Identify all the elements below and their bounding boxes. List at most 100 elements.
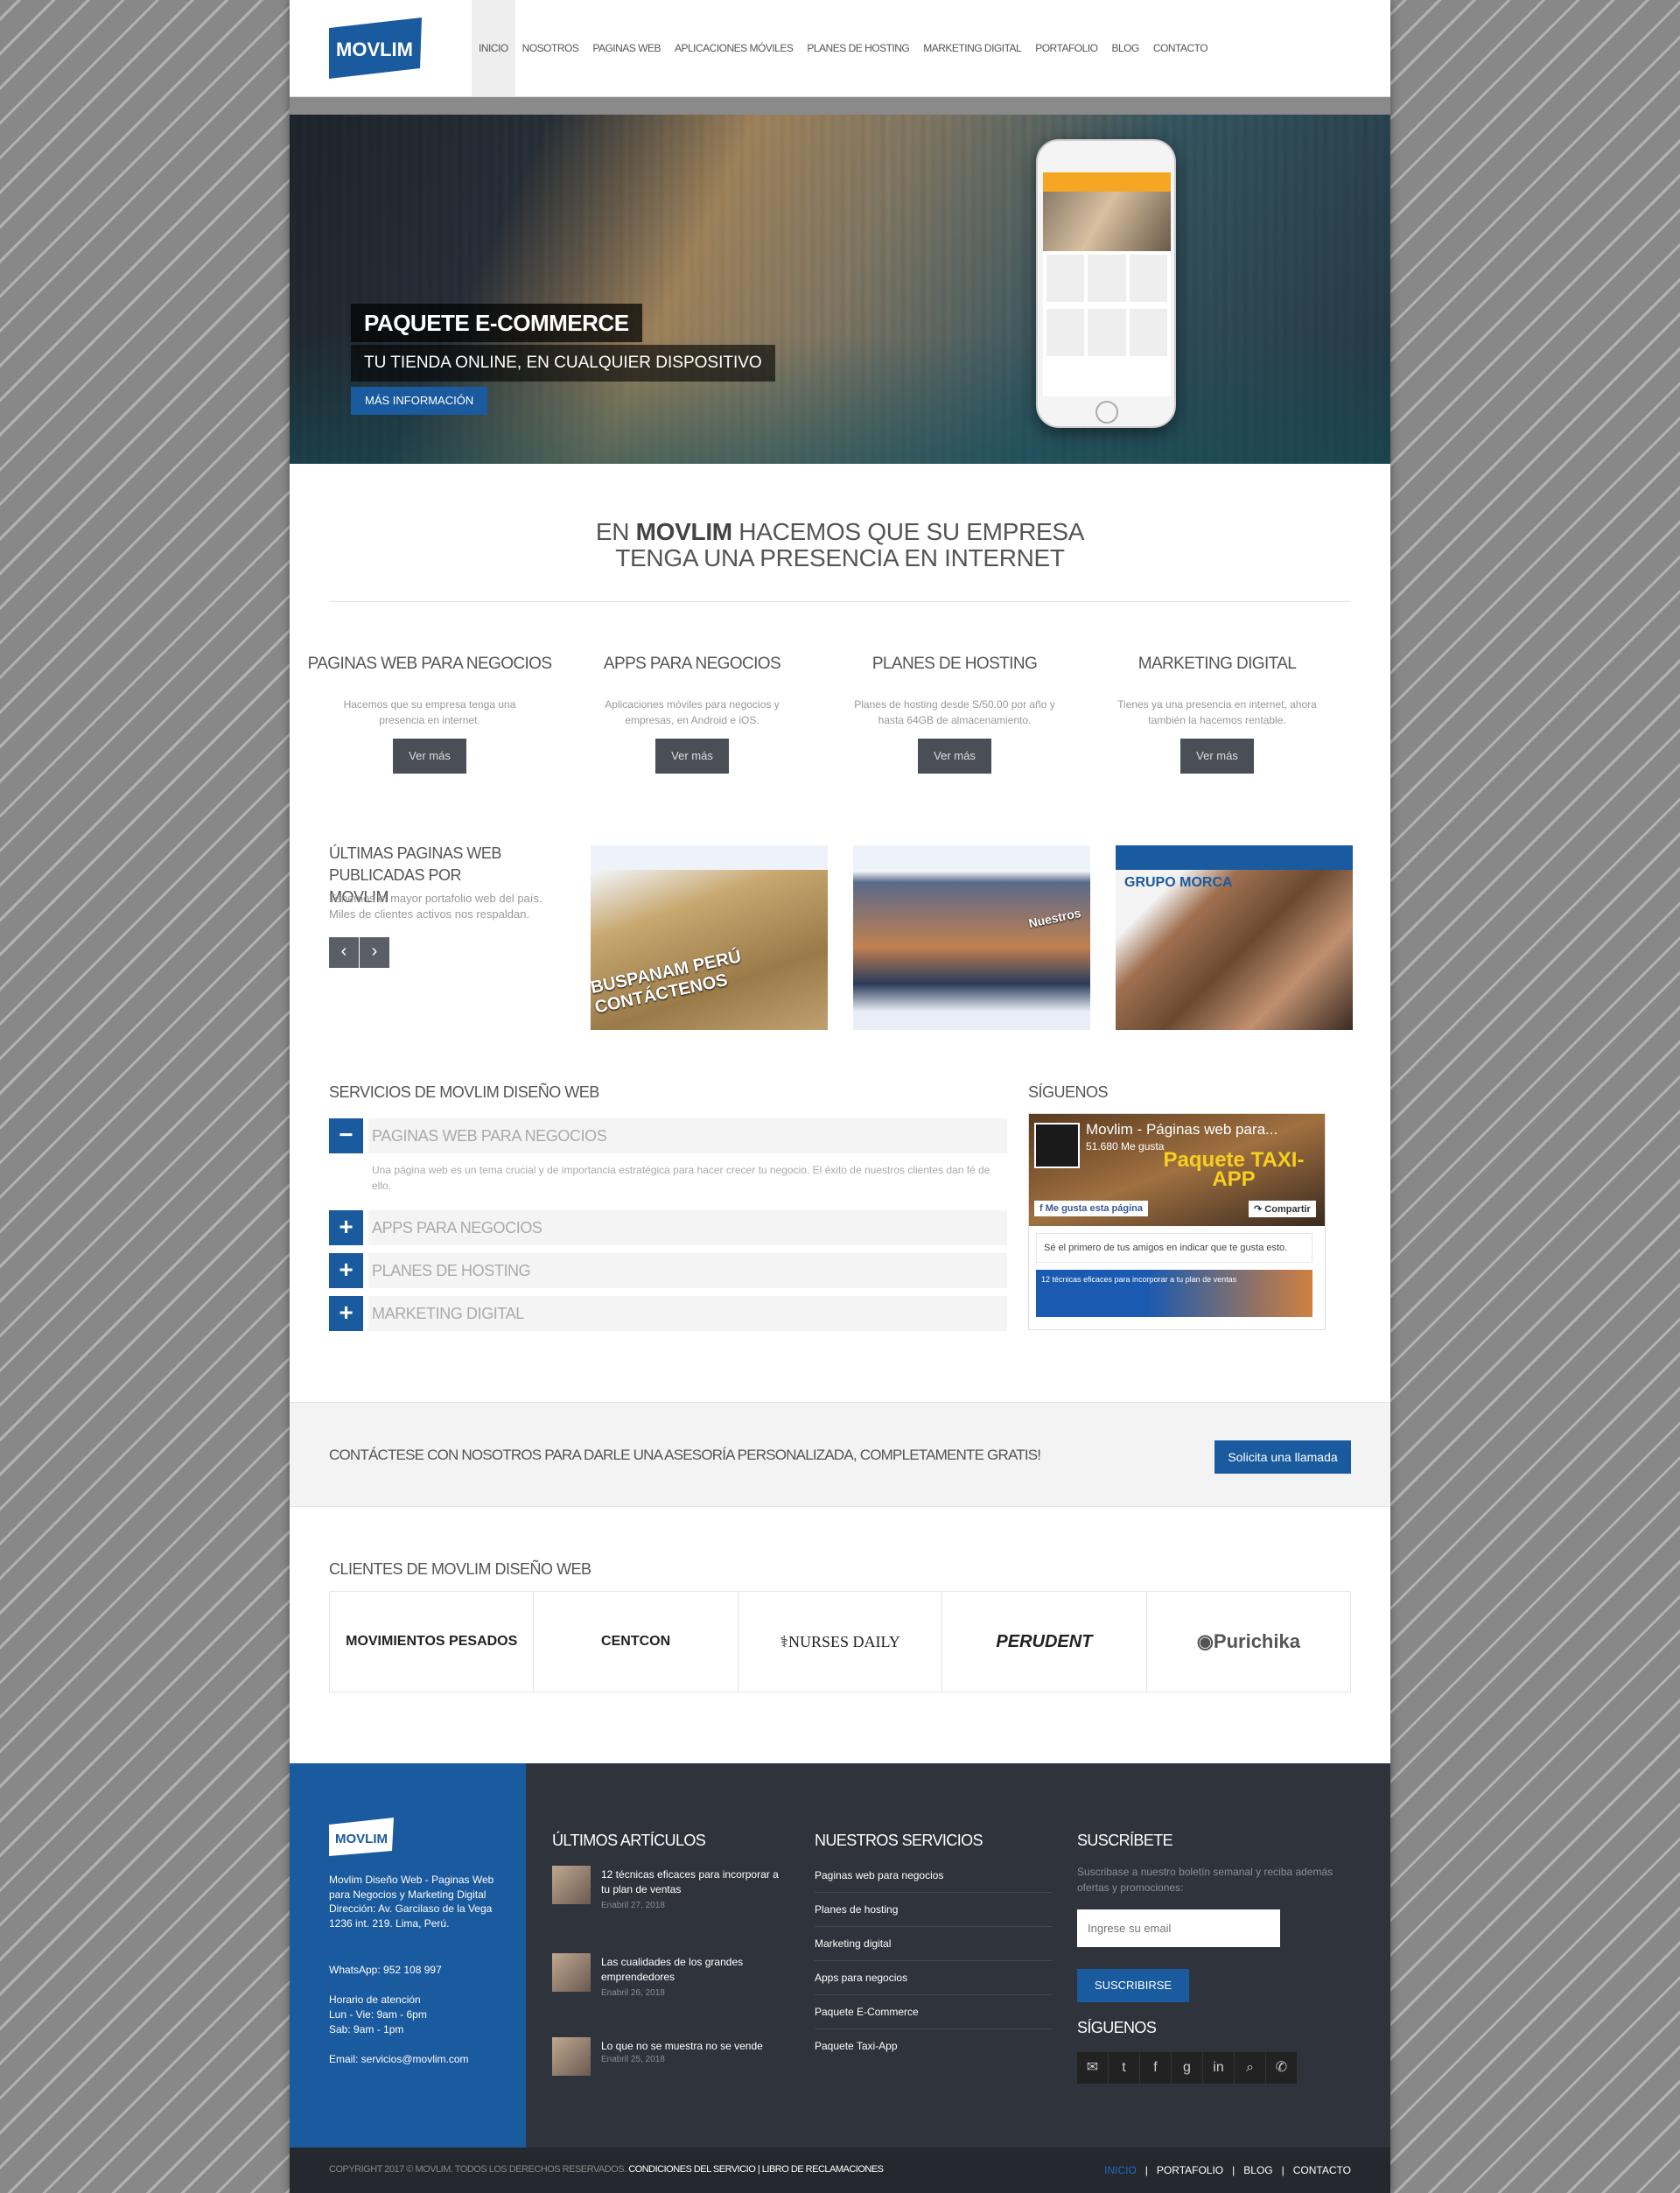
- nav-blog[interactable]: BLOG: [1104, 0, 1145, 96]
- bottom-link-inicio[interactable]: INICIO: [1104, 2164, 1137, 2176]
- accordion-label[interactable]: APPS PARA NEGOCIOS: [368, 1210, 1007, 1245]
- article-date: Enabril 25, 2018: [601, 2055, 665, 2064]
- client-logo-nurses[interactable]: ⚕ NURSES DAILY: [737, 1592, 942, 1692]
- plus-icon[interactable]: +: [329, 1296, 363, 1331]
- fb-page-name[interactable]: Movlim - Páginas web para...: [1086, 1121, 1278, 1139]
- facebook-icon: f: [1040, 1203, 1046, 1214]
- fb-like-button[interactable]: f Me gusta esta página: [1034, 1201, 1148, 1216]
- bottom-link-blog[interactable]: BLOG: [1243, 2164, 1272, 2176]
- article-title[interactable]: Lo que no se muestra no se vende: [601, 2039, 789, 2054]
- fb-avatar[interactable]: [1034, 1123, 1080, 1168]
- client-logo-centcon[interactable]: CENTCON: [533, 1592, 737, 1692]
- nav-marketing[interactable]: MARKETING DIGITAL: [916, 0, 1028, 96]
- article-thumb[interactable]: [552, 1953, 591, 1992]
- footer-service-link[interactable]: Paquete E-Commerce: [815, 1995, 1053, 2029]
- service-card-paginas: PAGINAS WEB PARA NEGOCIOS Hacemos que su…: [307, 655, 552, 774]
- nav-hosting[interactable]: PLANES DE HOSTING: [800, 0, 916, 96]
- accordion-label[interactable]: MARKETING DIGITAL: [368, 1296, 1007, 1331]
- bottom-link-contacto[interactable]: CONTACTO: [1293, 2164, 1351, 2176]
- thumb-caption: GRUPO MORCA: [1124, 875, 1233, 890]
- portfolio-desc: Tenemos el mayor portafolio web del país…: [329, 892, 542, 921]
- accordion-item-apps[interactable]: + APPS PARA NEGOCIOS: [329, 1210, 1007, 1245]
- next-arrow-icon[interactable]: ›: [360, 937, 389, 968]
- subscribe-email-input[interactable]: [1077, 1909, 1280, 1947]
- portfolio-thumb-buspanam[interactable]: BUSPANAM PERÚ CONTÁCTENOS: [591, 845, 828, 1030]
- plus-icon[interactable]: +: [329, 1253, 363, 1288]
- google-plus-icon[interactable]: g: [1172, 2052, 1203, 2084]
- client-name: CENTCON: [601, 1634, 671, 1649]
- service-card-hosting: PLANES DE HOSTING Planes de hosting desd…: [832, 655, 1077, 774]
- fb-post[interactable]: 12 técnicas eficaces para incorporar a t…: [1036, 1270, 1312, 1317]
- footer-service-link[interactable]: Paginas web para negocios: [815, 1859, 1053, 1893]
- request-call-button[interactable]: Solicita una llamada: [1214, 1440, 1351, 1474]
- minus-icon[interactable]: −: [329, 1118, 363, 1153]
- client-logo-purichika[interactable]: ◉ Purichika: [1145, 1592, 1352, 1692]
- client-logo-movimientos[interactable]: MOVIMIENTOS PESADOS: [329, 1592, 533, 1692]
- movlim-logo[interactable]: MOVLIM: [329, 18, 422, 79]
- article-thumb[interactable]: [552, 2037, 591, 2076]
- accordion-label[interactable]: PLANES DE HOSTING: [368, 1253, 1007, 1288]
- intro-line2: TENGA UNA PRESENCIA EN INTERNET: [615, 544, 1065, 571]
- twitter-icon[interactable]: t: [1109, 2052, 1140, 2084]
- hero-more-info-button[interactable]: MÁS INFORMACIÓN: [351, 387, 488, 415]
- whatsapp-icon[interactable]: ✆: [1266, 2052, 1298, 2084]
- bottom-link-portafolio[interactable]: PORTAFOLIO: [1157, 2164, 1223, 2176]
- portfolio-thumb-despegar[interactable]: Nuestros: [853, 845, 1090, 1030]
- linkedin-icon[interactable]: in: [1203, 2052, 1235, 2084]
- client-name: MOVIMIENTOS PESADOS: [346, 1634, 518, 1649]
- article-title[interactable]: 12 técnicas eficaces para incorporar a t…: [601, 1867, 789, 1897]
- subscribe-button[interactable]: SUSCRIBIRSE: [1077, 1969, 1189, 2002]
- ver-mas-button[interactable]: Ver más: [655, 739, 729, 774]
- copyright-text: COPYRIGHT 2017 © MOVLIM. TODOS LOS DEREC…: [329, 2164, 629, 2175]
- footer-service-link[interactable]: Apps para negocios: [815, 1961, 1053, 1995]
- subscribe-desc: Suscribase a nuestro boletín semanal y r…: [1077, 1866, 1334, 1894]
- facebook-icon[interactable]: f: [1140, 2052, 1172, 2084]
- article-thumb[interactable]: [552, 1866, 591, 1904]
- ver-mas-button[interactable]: Ver más: [1180, 739, 1254, 774]
- portfolio-thumb-morca[interactable]: GRUPO MORCA: [1116, 845, 1353, 1030]
- phone-home-button: [1096, 401, 1118, 424]
- ver-mas-button[interactable]: Ver más: [918, 739, 991, 774]
- footer-service-link[interactable]: Marketing digital: [815, 1927, 1053, 1961]
- hero-slider: PAQUETE E-COMMERCE TU TIENDA ONLINE, EN …: [290, 115, 1390, 464]
- nav-nosotros[interactable]: NOSOTROS: [515, 0, 586, 96]
- terms-link[interactable]: CONDICIONES DEL SERVICIO: [628, 2164, 756, 2175]
- claims-link[interactable]: LIBRO DE RECLAMACIONES: [762, 2164, 884, 2175]
- clients-row: MOVIMIENTOS PESADOS CENTCON ⚕ NURSES DAI…: [329, 1591, 1352, 1692]
- bottom-nav: INICIO | PORTAFOLIO | BLOG | CONTACTO: [1104, 2164, 1351, 2176]
- phone-app-bar: [1043, 172, 1171, 192]
- accordion-item-hosting[interactable]: + PLANES DE HOSTING: [329, 1253, 1007, 1288]
- nav-paginas-web[interactable]: PAGINAS WEB: [585, 0, 668, 96]
- client-name: Purichika: [1213, 1630, 1300, 1652]
- footer-service-link[interactable]: Planes de hosting: [815, 1893, 1053, 1927]
- phone-products: [1043, 251, 1171, 305]
- service-desc: Hacemos que su empresa tenga una presenc…: [343, 698, 516, 726]
- footer-movlim-logo[interactable]: MOVLIM: [329, 1818, 394, 1856]
- article-title[interactable]: Las cualidades de los grandes emprendedo…: [601, 1955, 789, 1985]
- accordion-body: Una página web es un tema crucial y de i…: [372, 1164, 990, 1192]
- search-icon[interactable]: ⌕: [1235, 2052, 1266, 2084]
- bottom-bar: COPYRIGHT 2017 © MOVLIM. TODOS LOS DEREC…: [290, 2147, 1390, 2193]
- footer-hours-1: Lun - Vie: 9am - 6pm: [329, 2008, 427, 2021]
- footer-email: Email: servicios@movlim.com: [329, 2053, 469, 2065]
- accordion-item-paginas[interactable]: − PAGINAS WEB PARA NEGOCIOS: [329, 1118, 1007, 1153]
- footer-service-link[interactable]: Paquete Taxi-App: [815, 2029, 1053, 2063]
- nav-inicio[interactable]: INICIO: [472, 0, 515, 96]
- accordion-item-marketing[interactable]: + MARKETING DIGITAL: [329, 1296, 1007, 1331]
- nav-contacto[interactable]: CONTACTO: [1146, 0, 1214, 96]
- follow-title: SÍGUENOS: [1028, 1083, 1109, 1101]
- hero-subtitle: TU TIENDA ONLINE, EN CUALQUIER DISPOSITI…: [351, 345, 775, 382]
- ver-mas-button[interactable]: Ver más: [393, 739, 466, 774]
- accordion-label[interactable]: PAGINAS WEB PARA NEGOCIOS: [368, 1118, 1007, 1153]
- footer-logo-text: MOVLIM: [335, 1832, 388, 1846]
- client-logo-perudent[interactable]: PERUDENT: [942, 1592, 1145, 1692]
- nav-aplicaciones[interactable]: APLICACIONES MÓVILES: [668, 0, 800, 96]
- prev-arrow-icon[interactable]: ‹: [329, 937, 359, 968]
- accordion-title: SERVICIOS DE MOVLIM DISEÑO WEB: [329, 1083, 599, 1101]
- mail-icon[interactable]: ✉: [1077, 2052, 1109, 2084]
- nav-portafolio[interactable]: PORTAFOLIO: [1028, 0, 1104, 96]
- plus-icon[interactable]: +: [329, 1210, 363, 1245]
- fb-share-button[interactable]: ↷ Compartir: [1249, 1201, 1316, 1217]
- facebook-widget[interactable]: Movlim - Páginas web para... 51.680 Me g…: [1028, 1113, 1326, 1330]
- divider: [329, 601, 1351, 602]
